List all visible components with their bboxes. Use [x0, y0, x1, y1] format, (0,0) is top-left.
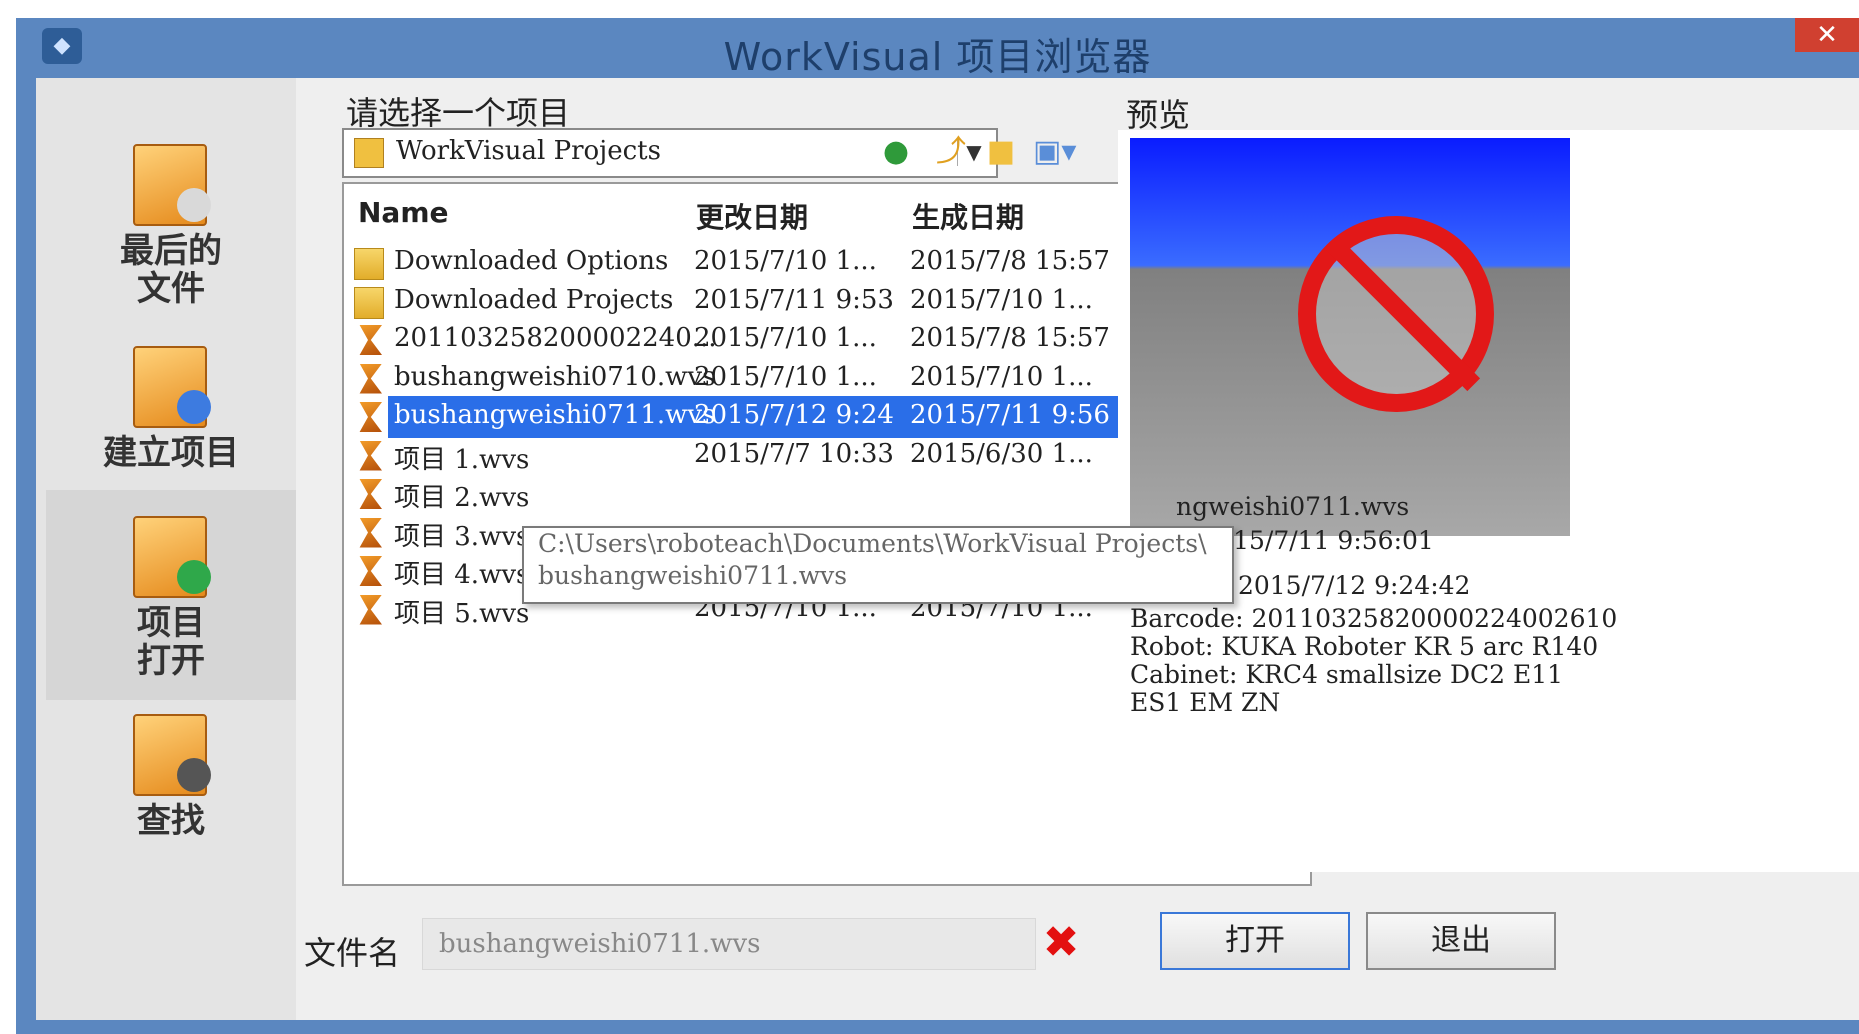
exit-button[interactable]: 退出 — [1366, 912, 1556, 970]
path-tooltip: C:\Users\roboteach\Documents\WorkVisual … — [522, 526, 1234, 604]
cell-name: 项目 3.wvs — [394, 521, 530, 552]
cell-created: 2015/7/10 1... — [910, 284, 1093, 315]
cell-modified: 2015/7/11 9:53 — [694, 284, 894, 315]
project-browser-window: ◆ WorkVisual 项目浏览器 ✕ 最后的 文件 建立项目 项目 打开 查… — [16, 18, 1859, 1034]
search-project-icon — [127, 708, 215, 796]
open-button[interactable]: 打开 — [1160, 912, 1350, 970]
preview-image — [1130, 138, 1570, 536]
project-file-icon — [359, 479, 382, 509]
cell-modified: 2015/7/7 10:33 — [694, 438, 894, 469]
sidebar-item-open-project[interactable]: 项目 打开 — [46, 490, 296, 700]
filename-field[interactable]: bushangweishi0711.wvs — [422, 918, 1036, 970]
tooltip-line: bushangweishi0711.wvs — [538, 561, 848, 590]
cell-name: 项目 2.wvs — [394, 483, 530, 513]
new-folder-icon[interactable]: ■ — [981, 132, 1021, 172]
sidebar-item-search[interactable]: 查找 — [46, 708, 296, 840]
cell-name: Downloaded Projects — [394, 284, 674, 315]
sidebar-item-label: 最后的 文件 — [120, 231, 222, 309]
preview-info-line: ES1 EM ZN — [1130, 688, 1281, 717]
cell-modified: 2015/7/10 1... — [694, 361, 877, 392]
project-file-icon — [359, 594, 382, 625]
preview-info-line: ngweishi0711.wvs — [1176, 492, 1410, 521]
column-header-name[interactable]: Name — [358, 196, 449, 229]
up-folder-icon[interactable]: ⤴ — [931, 132, 971, 172]
sidebar-item-recent-files[interactable]: 最后的 文件 — [46, 138, 296, 308]
project-file-icon — [359, 363, 382, 394]
cell-modified: 2015/7/12 9:24 — [694, 400, 894, 430]
project-file-icon — [359, 325, 382, 355]
preview-info-line: Robot: KUKA Roboter KR 5 arc R140 — [1130, 632, 1599, 661]
title-bar: ◆ WorkVisual 项目浏览器 ✕ — [16, 18, 1859, 79]
path-value: WorkVisual Projects — [396, 136, 661, 166]
project-file-icon — [359, 440, 382, 471]
column-header-created[interactable]: 生成日期 — [912, 196, 1024, 236]
preview-info-line: Cabinet: KRC4 smallsize DC2 E11 — [1130, 660, 1564, 689]
no-preview-icon — [1298, 216, 1494, 412]
back-icon[interactable]: ● — [876, 132, 916, 172]
sidebar-item-label: 查找 — [137, 801, 205, 841]
window-title: WorkVisual 项目浏览器 — [723, 35, 1152, 79]
cell-created: 2015/7/8 15:57 — [910, 246, 1110, 276]
view-menu-icon[interactable]: ▣▾ — [1033, 132, 1076, 172]
folder-icon — [354, 138, 384, 168]
client-area: 最后的 文件 建立项目 项目 打开 查找 请选择一个项目 WorkVisual … — [36, 78, 1859, 1020]
cell-name: Downloaded Options — [394, 246, 669, 276]
close-button[interactable]: ✕ — [1795, 18, 1859, 52]
preview-info-line: Barcode: 20110325820000224002610 — [1130, 604, 1618, 633]
sidebar-item-create-project[interactable]: 建立项目 — [46, 340, 296, 472]
open-project-icon — [127, 510, 215, 598]
cell-modified: 2015/7/10 1... — [694, 323, 877, 353]
filename-label: 文件名 — [304, 934, 401, 972]
tooltip-line: C:\Users\roboteach\Documents\WorkVisual … — [538, 529, 1207, 558]
cell-created: 2015/7/11 9:56 — [910, 400, 1110, 430]
cell-name: 201103258200002240... — [394, 323, 717, 353]
folder-icon — [354, 248, 384, 280]
cell-name: bushangweishi0711.wvs — [394, 400, 716, 430]
cell-created: 2015/7/10 1... — [910, 361, 1093, 392]
filename-value: bushangweishi0711.wvs — [439, 929, 761, 959]
sidebar-item-label: 建立项目 — [103, 433, 239, 473]
recent-files-icon — [127, 138, 215, 226]
cell-name: bushangweishi0710.wvs — [394, 361, 716, 392]
project-file-icon — [359, 402, 382, 432]
cell-name: 项目 1.wvs — [394, 444, 530, 475]
sidebar-item-label: 项目 打开 — [137, 603, 205, 681]
cell-modified: 2015/7/10 1... — [694, 246, 877, 276]
cell-created: 2015/6/30 1... — [910, 438, 1093, 469]
project-file-icon — [359, 517, 382, 548]
clear-icon[interactable]: ✖ — [1036, 918, 1086, 968]
sidebar: 最后的 文件 建立项目 项目 打开 查找 — [36, 78, 296, 1020]
column-header-modified[interactable]: 更改日期 — [696, 196, 808, 236]
cell-created: 2015/7/8 15:57 — [910, 323, 1110, 353]
cell-name: 项目 4.wvs — [394, 560, 530, 590]
cell-name: 项目 5.wvs — [394, 598, 530, 629]
project-file-icon — [359, 556, 382, 586]
folder-icon — [354, 286, 384, 319]
create-project-icon — [127, 340, 215, 428]
